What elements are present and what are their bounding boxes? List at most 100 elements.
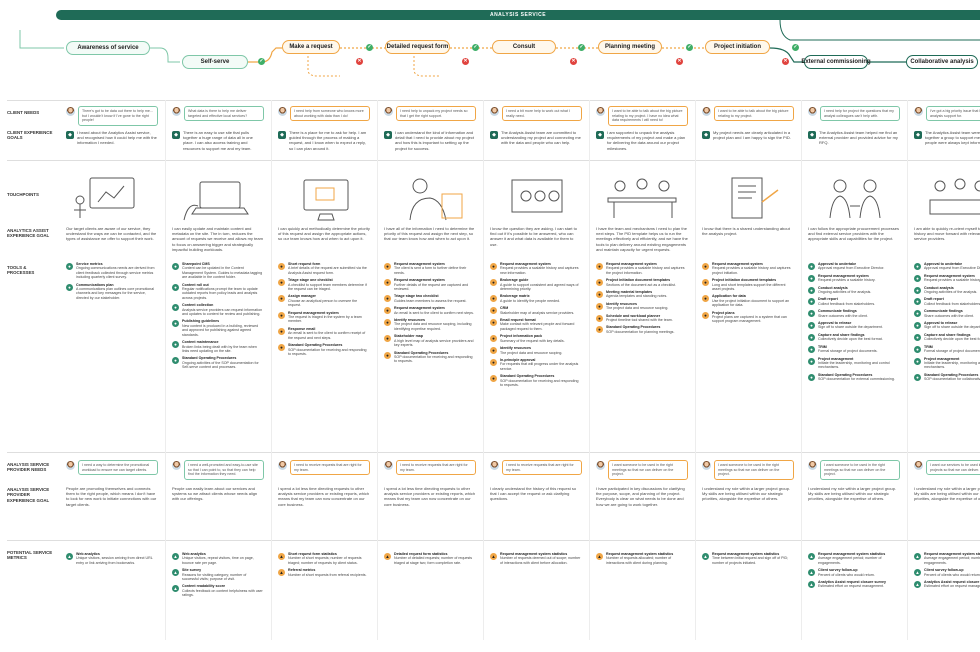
tool-description: Share outcomes with the client.: [924, 313, 974, 318]
tool-description: SOP documentation for receiving and resp…: [394, 354, 473, 364]
tools-list: ● Sharepoint CMS Content can be updated in…: [172, 262, 264, 373]
goal-icon: ◆: [596, 131, 604, 139]
goal-icon: ◆: [278, 131, 286, 139]
tool-icon: ●: [914, 298, 921, 306]
tool-item: ● Standard Operating Procedures Ongoing ac…: [172, 356, 264, 369]
journey-column: I want to be able to talk about the big …: [702, 0, 794, 652]
metric-text: Web analytics Unique visitors, repeat vis…: [182, 552, 264, 565]
metric-description: Collects feedback on content helpfulness…: [182, 588, 263, 598]
tool-icon: ●: [596, 302, 603, 310]
tool-title: Project initiation document templates: [606, 278, 671, 283]
tool-text: Communicate findings Share outcomes with …: [818, 309, 868, 318]
tool-description: SOP documentation for planning meetings.: [606, 329, 675, 334]
metric-icon: ▲: [808, 581, 815, 589]
client-need: I've got a big priority issue that I nee…: [914, 106, 980, 122]
tool-title: Email request format: [500, 318, 536, 323]
tool-item: ● Identify resources The project data and …: [490, 346, 582, 355]
provider-need: I need a well-promoted and easy-to-use s…: [172, 460, 264, 480]
metric-item: ▲Request management system statisticsAve…: [808, 552, 900, 565]
tool-description: The project data and resource scoping.: [500, 350, 563, 355]
tool-title: Request management system: [712, 262, 763, 266]
tool-icon: ●: [808, 286, 815, 294]
tool-item: ● Request management system Request provid…: [596, 262, 688, 275]
tool-icon: ●: [278, 295, 285, 303]
metric-title: Client survey follow-up: [924, 568, 964, 573]
tool-item: ● Identify resources The project data and …: [384, 318, 476, 331]
tools-list: ● Approval to undertake Approval request f…: [914, 262, 980, 385]
metric-title: Request management system statistics: [606, 552, 674, 556]
tool-item: ● Project information pack Summary of the …: [490, 334, 582, 343]
metric-description: Average engagement period; number of eng…: [924, 556, 980, 565]
tool-icon: ●: [914, 333, 921, 341]
tool-title: Request management system: [394, 262, 445, 266]
tools-list: ● Service metrics Ongoing communications n…: [66, 262, 158, 303]
assist-experience-goal: I can follow the appropriate procurement…: [808, 226, 899, 242]
metrics-list: ▲ Web analytics Unique visitors, session a…: [66, 552, 158, 568]
tool-text: Standard Operating Procedures Ongoing act…: [182, 356, 264, 369]
tool-icon: ●: [808, 263, 815, 270]
tool-text: Request management system The client is s…: [394, 262, 476, 275]
tool-icon: ●: [490, 358, 497, 366]
tool-item: ● Draft report Collect feedback from stake…: [808, 297, 900, 306]
tool-item: ● Project management Initiate the leadersh…: [914, 357, 980, 370]
tool-text: Triage stage one checklist A checklist to…: [288, 278, 370, 291]
tool-description: Request provides a scalable history.: [818, 278, 876, 283]
tool-text: Request management system Request provide…: [606, 262, 688, 275]
tool-text: Draft report Collect feedback from stakeh…: [818, 297, 875, 306]
goal-text: I am supported to unpack the analysis re…: [607, 130, 686, 151]
tool-icon: ●: [490, 335, 497, 343]
tool-description: Ongoing activities of the analysis.: [818, 290, 872, 295]
tool-title: Identify resources: [394, 318, 425, 323]
metric-description: Number of short requests; number of requ…: [288, 556, 362, 565]
tool-item: ● Meeting material templates Agenda templa…: [596, 290, 688, 299]
touchpoint-illustration: [602, 172, 682, 222]
tool-text: Project initiation document templates Sec…: [606, 278, 676, 287]
column-divider: [271, 100, 272, 640]
journey-column: I need help for project the questions th…: [808, 0, 900, 652]
metric-text: Content readability score Collects feedba…: [182, 584, 264, 597]
provider-need-quote: I need a way to determine the promotiona…: [78, 460, 158, 476]
tool-icon: ●: [914, 274, 921, 282]
goal-text: The Analytics Assist team were able to d…: [925, 130, 980, 146]
tool-icon: ●: [596, 263, 603, 270]
tool-icon: ●: [384, 279, 391, 287]
touchpoint-illustration: [814, 172, 894, 222]
tool-title: Standard Operating Procedures: [288, 343, 343, 348]
tool-description: An email is sent to the client to confir…: [394, 310, 474, 315]
goal-text: My project needs are clearly articulated…: [713, 130, 791, 141]
touchpoint-illustration: [178, 172, 258, 222]
tools-list: ● Short request form A brief details of th…: [278, 262, 370, 359]
journey-column: I've got a big priority issue that I nee…: [914, 0, 980, 652]
provider-experience-goal: I clearly understand the history of this…: [490, 486, 577, 502]
column-divider: [377, 100, 378, 640]
tool-text: Standard Operating Procedures SOP documen…: [500, 374, 582, 387]
tool-item: ● Schedule and workload planner Project ti…: [596, 314, 688, 323]
tool-description: The request is triaged in the system by …: [288, 315, 362, 324]
tool-text: Triage stage two checklist Guides team me…: [394, 294, 467, 303]
provider-need-quote: I need to receive requests that are righ…: [290, 460, 370, 476]
tool-icon: ●: [278, 344, 285, 352]
client-avatar: [914, 107, 923, 116]
tool-title: Communicate findings: [818, 309, 857, 314]
row-label-metrics: POTENTIAL SERVICE METRICS: [7, 550, 53, 561]
tool-title: TRIM: [818, 344, 827, 349]
tool-title: Standard Operating Procedures: [924, 372, 979, 377]
tool-title: Short request form: [288, 262, 321, 266]
touchpoint-illustration: [72, 172, 152, 222]
tool-text: Stakeholder map A high level map of analy…: [394, 334, 476, 347]
tool-icon: ●: [66, 263, 73, 270]
metric-text: Request management system statisticsAver…: [924, 552, 980, 565]
client-need: I need help to unpack my project needs s…: [384, 106, 476, 122]
tool-text: Approval to undertake Approval request fr…: [818, 262, 884, 271]
client-experience-goal: ◆ My project needs are clearly articulate…: [702, 130, 794, 140]
tool-item: ● Short request form A brief details of th…: [278, 262, 370, 275]
tool-title: Application for data: [712, 294, 746, 299]
tool-title: Project management: [924, 356, 960, 361]
metric-item: ▲Analytics Assist request closure survey…: [914, 580, 980, 589]
client-avatar: [702, 107, 711, 116]
metric-icon: ▲: [490, 553, 497, 560]
tool-item: ● Request management system Request provid…: [702, 262, 794, 275]
metric-title: Referral metrics: [288, 568, 316, 573]
tool-item: ● Approval to release Sign off to share ou…: [808, 321, 900, 330]
tool-description: Content can be updated in the Content Ma…: [182, 266, 263, 280]
